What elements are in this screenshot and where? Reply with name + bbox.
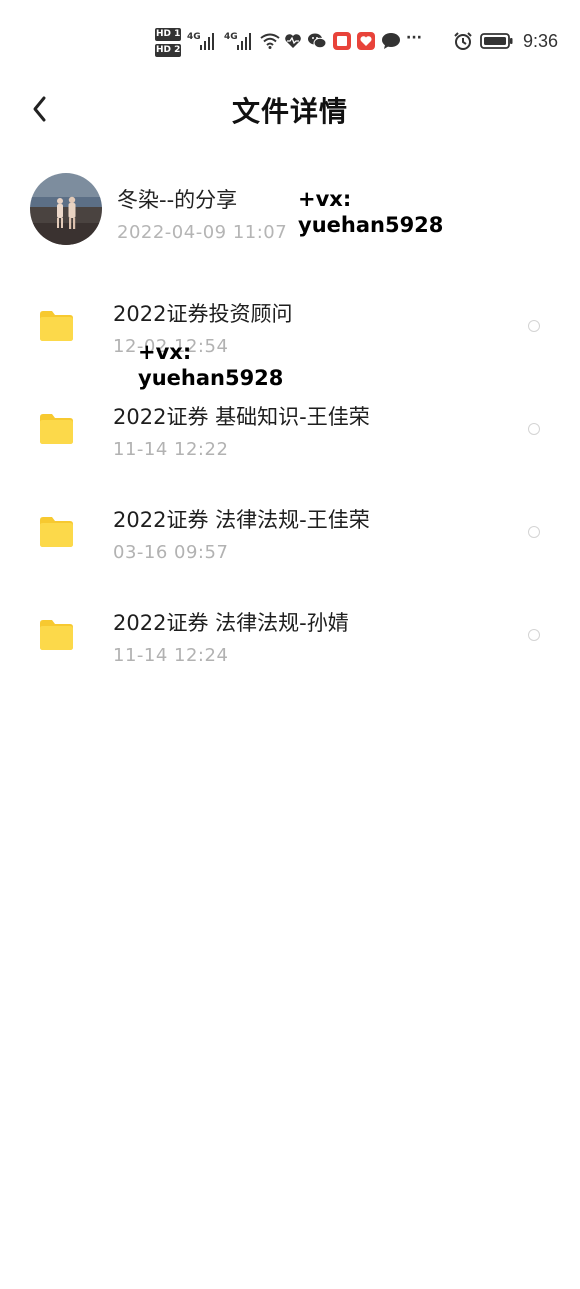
file-date: 03-16 09:57 (113, 542, 229, 563)
network-type-2: 4G (224, 32, 238, 42)
select-radio[interactable] (528, 526, 540, 538)
signal-1-icon (200, 30, 214, 50)
signal-2-icon (237, 30, 251, 50)
watermark-line: +vx: (298, 187, 352, 211)
watermark-line: yuehan5928 (298, 213, 444, 237)
wechat-icon (306, 30, 328, 52)
status-bar: HD 1 HD 2 4G 4G ··· 9:36 (0, 22, 580, 66)
list-item[interactable]: 2022证券 法律法规-王佳荣 03-16 09:57 (0, 488, 580, 578)
watermark-text: +vx: yuehan5928 (298, 186, 443, 238)
folder-icon (40, 414, 73, 444)
select-radio[interactable] (528, 423, 540, 435)
watermark-text: +vx: yuehan5928 (138, 339, 283, 391)
file-date: 11-14 12:22 (113, 439, 229, 460)
file-name: 2022证券 法律法规-孙婧 (113, 611, 349, 635)
alarm-icon (452, 30, 474, 52)
file-name: 2022证券 基础知识-王佳荣 (113, 405, 370, 429)
page-title: 文件详情 (231, 95, 348, 128)
file-date: 11-14 12:24 (113, 645, 229, 666)
folder-icon (40, 311, 73, 341)
avatar[interactable] (30, 173, 102, 245)
list-item[interactable]: 2022证券投资顾问 12-02 12:54 (0, 282, 580, 372)
message-bubble-icon (380, 30, 402, 52)
list-item[interactable]: 2022证券 法律法规-孙婧 11-14 12:24 (0, 591, 580, 681)
more-notifications-icon: ··· (406, 30, 422, 46)
select-radio[interactable] (528, 320, 540, 332)
sim1-badge: HD 1 (155, 28, 182, 41)
file-name: 2022证券投资顾问 (113, 302, 293, 326)
sim2-badge: HD 2 (155, 44, 182, 57)
network-type-1: 4G (187, 32, 201, 42)
folder-icon (40, 517, 73, 547)
file-name: 2022证券 法律法规-王佳荣 (113, 508, 370, 532)
watermark-line: yuehan5928 (138, 366, 284, 390)
select-radio[interactable] (528, 629, 540, 641)
folder-icon (40, 620, 73, 650)
health-heart-icon (282, 30, 304, 52)
wifi-icon (259, 30, 281, 52)
battery-icon (480, 30, 514, 52)
status-time: 9:36 (522, 31, 558, 51)
red-heart-app-icon (355, 30, 377, 52)
share-timestamp: 2022-04-09 11:07 (117, 222, 288, 243)
red-book-app-icon (331, 30, 353, 52)
watermark-line: +vx: (138, 340, 192, 364)
sharer-name: 冬染--的分享 (117, 188, 238, 212)
list-item[interactable]: 2022证券 基础知识-王佳荣 11-14 12:22 (0, 385, 580, 475)
